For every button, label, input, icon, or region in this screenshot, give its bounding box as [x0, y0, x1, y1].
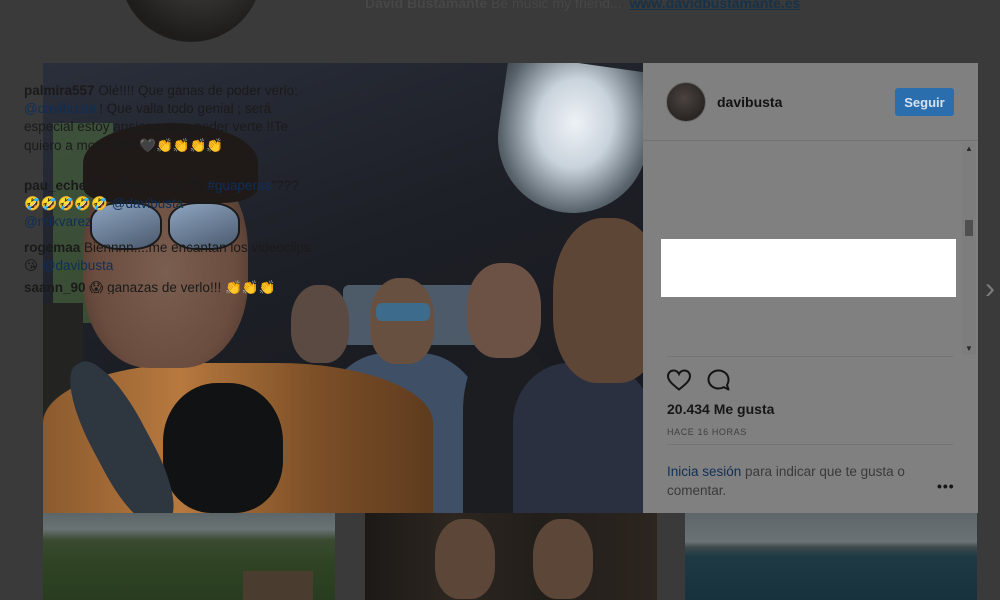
- comment-username[interactable]: saann_90: [24, 280, 86, 294]
- grid-thumbnail[interactable]: [685, 513, 977, 600]
- post-timestamp: HACE 16 HORAS: [667, 427, 747, 437]
- profile-name: David Bustamante: [365, 0, 488, 11]
- ceiling-lamp: [488, 63, 643, 223]
- comment-mention[interactable]: @davibusta: [24, 101, 96, 116]
- comment-text: Olé!!!! Que ganas de poder verlo;: [94, 83, 298, 98]
- comment-item: palmira557 Olé!!!! Que ganas de poder ve…: [24, 82, 316, 155]
- person-head: [291, 285, 349, 363]
- comment-highlight: [661, 239, 956, 297]
- thumbnail-face: [533, 519, 593, 599]
- login-prompt: Inicia sesión para indicar que te gusta …: [667, 462, 929, 500]
- person-head: [370, 278, 434, 364]
- scroll-up-arrow-icon[interactable]: ▲: [962, 143, 976, 155]
- scroll-down-arrow-icon[interactable]: ▼: [962, 343, 976, 355]
- black-shirt: [163, 383, 283, 513]
- comment-icon[interactable]: [706, 368, 732, 392]
- heart-icon[interactable]: [666, 368, 692, 392]
- thumbnail-house: [243, 571, 313, 600]
- like-count[interactable]: 20.434 Me gusta: [667, 401, 774, 417]
- scroll-thumb[interactable]: [965, 220, 973, 236]
- login-link[interactable]: Inicia sesión: [667, 464, 741, 479]
- person-head: [553, 218, 643, 383]
- person-body: [513, 363, 643, 513]
- follow-button[interactable]: Seguir: [895, 88, 954, 116]
- comment-mention[interactable]: @mikvarez: [24, 214, 92, 229]
- comment-username[interactable]: pau_eche: [24, 178, 86, 193]
- comment-hashtag[interactable]: #guaperas: [207, 178, 271, 193]
- profile-bio-text: Be music my friend...: [491, 0, 622, 11]
- profile-avatar: [120, 0, 262, 42]
- post-username[interactable]: davibusta: [717, 94, 782, 110]
- post-header: davibusta Seguir: [643, 63, 978, 141]
- sunglasses: [376, 303, 430, 321]
- next-post-arrow-icon[interactable]: ›: [985, 272, 995, 306]
- comment-text: 😱 ganazas de verlo!!! 👏👏👏: [85, 280, 276, 294]
- profile-website-link[interactable]: www.davidbustamante.es: [630, 0, 801, 11]
- comment-scrollbar[interactable]: ▲ ▼: [962, 143, 976, 355]
- grid-thumbnail[interactable]: [43, 513, 335, 600]
- comment-username[interactable]: palmira557: [24, 83, 95, 98]
- comment-mention[interactable]: @davibusta: [112, 196, 184, 211]
- comment-username[interactable]: rogemaa: [24, 240, 80, 255]
- comment-mention[interactable]: @davibusta: [42, 258, 114, 273]
- user-avatar[interactable]: [666, 82, 706, 122]
- profile-bio: David Bustamante Be music my friend... w…: [365, 0, 800, 11]
- person-head: [467, 263, 541, 358]
- divider: [667, 356, 953, 357]
- comment-text: Que haces con "mi: [86, 178, 208, 193]
- grid-thumbnail[interactable]: [365, 513, 657, 600]
- comment-list: palmira557 Olé!!!! Que ganas de poder ve…: [24, 82, 316, 294]
- more-options-icon[interactable]: •••: [937, 478, 955, 494]
- comment-item: saann_90 😱 ganazas de verlo!!! 👏👏👏: [24, 279, 316, 294]
- comment-item: pau_eche Que haces con "mi #guaperas"???…: [24, 177, 316, 232]
- comment-item: rogemaa Biennnn....me encantan los video…: [24, 239, 316, 275]
- thumbnail-face: [435, 519, 495, 599]
- divider: [667, 444, 953, 445]
